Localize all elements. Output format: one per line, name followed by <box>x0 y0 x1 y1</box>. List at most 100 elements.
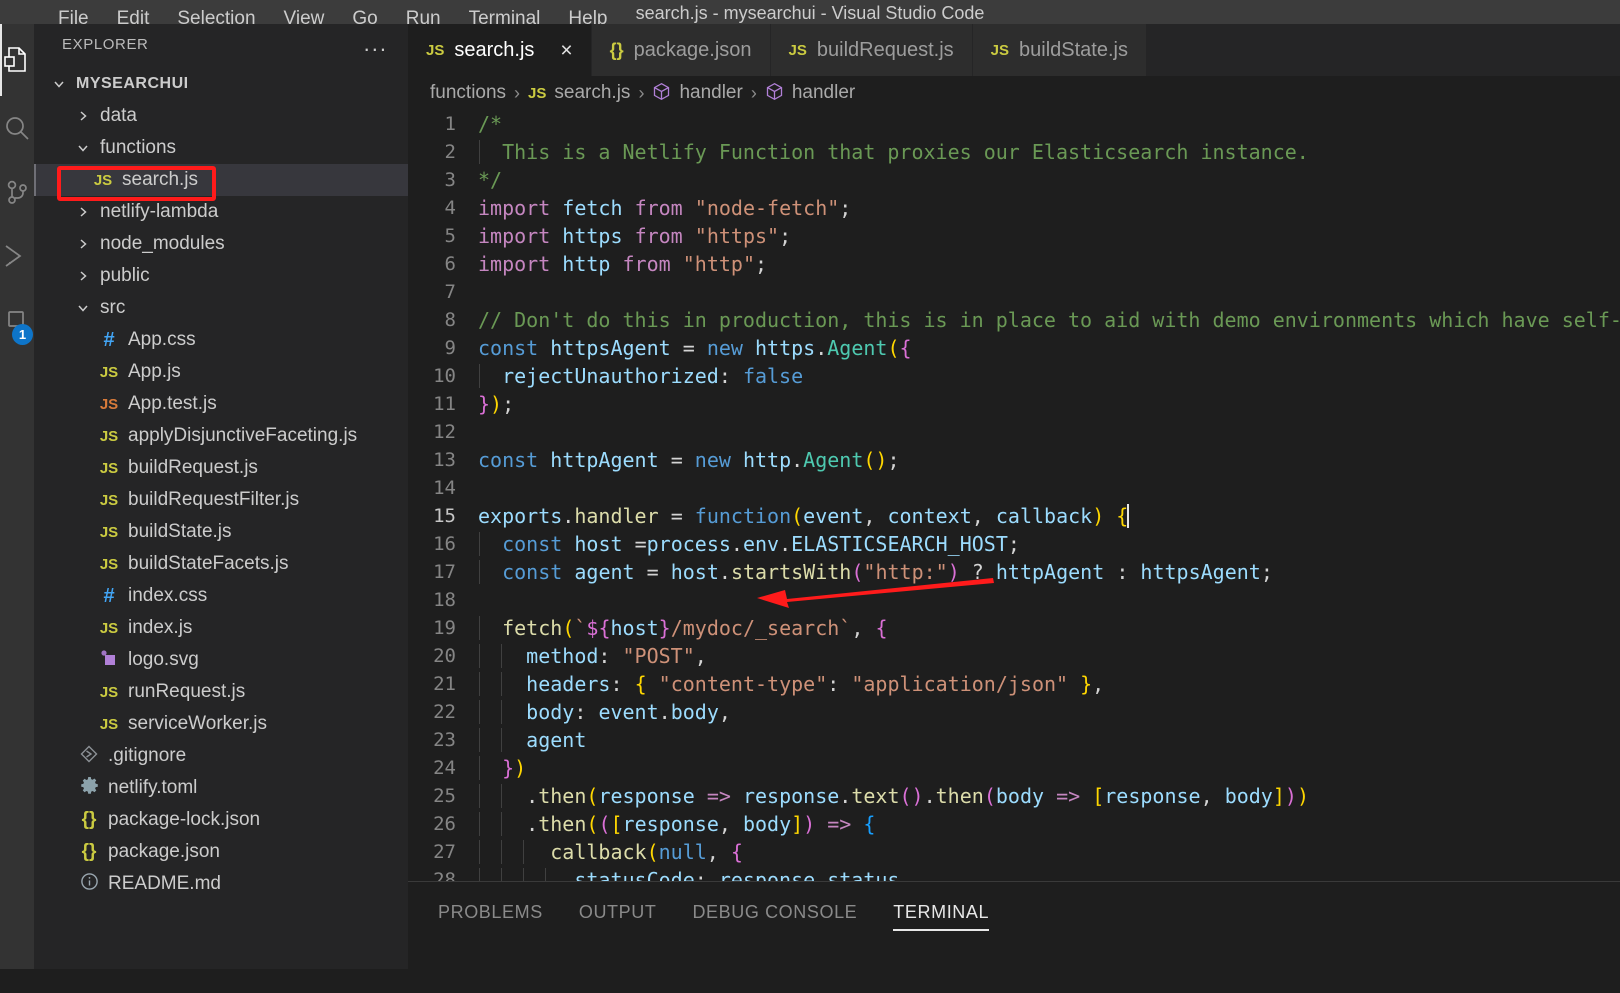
menu-go[interactable]: Go <box>338 9 391 24</box>
code-line-8: 8 // Don't do this in production, this i… <box>408 306 1620 334</box>
panel-tab-terminal[interactable]: TERMINAL <box>893 902 989 931</box>
tree-item-package-lock-json[interactable]: {} package-lock.json <box>34 804 408 836</box>
chevron-right-icon: › <box>638 82 645 103</box>
explorer-header: EXPLORER ... <box>34 24 408 64</box>
menu-view[interactable]: View <box>270 9 339 24</box>
menu-run[interactable]: Run <box>392 9 455 24</box>
tree-item-runrequest-js[interactable]: JS runRequest.js <box>34 676 408 708</box>
code-line-11: 11 }); <box>408 390 1620 418</box>
line-number: 19 <box>433 617 456 639</box>
chevron-right-icon <box>72 205 94 219</box>
line-content: // Don't do this in production, this is … <box>478 308 1620 332</box>
tree-item-serviceworker-js[interactable]: JS serviceWorker.js <box>34 708 408 740</box>
menu-run-label: Run <box>405 8 441 24</box>
css-file-icon: # <box>103 584 115 607</box>
more-actions-icon[interactable]: ... <box>364 33 388 55</box>
breadcrumb: functions › JS search.js › handler › han… <box>408 76 1620 110</box>
menu-edit[interactable]: Edit <box>103 9 164 24</box>
code-line-15: 15 exports.handler = function(event, con… <box>408 502 1620 530</box>
tree-item-applydisjunctivefaceting-js[interactable]: JS applyDisjunctiveFaceting.js <box>34 420 408 452</box>
panel-tab-debug-console[interactable]: DEBUG CONSOLE <box>692 902 857 931</box>
tree-item-readme-md[interactable]: README.md <box>34 868 408 900</box>
js-file-icon: JS <box>99 459 119 477</box>
tree-item-gitignore[interactable]: .gitignore <box>34 740 408 772</box>
code-line-3: 3 */ <box>408 166 1620 194</box>
chevron-down-icon <box>48 77 70 91</box>
json-file-icon: {} <box>81 809 97 830</box>
activity-item-source-control[interactable] <box>0 160 34 224</box>
line-number: 6 <box>444 253 456 275</box>
activity-item-explorer[interactable] <box>0 24 34 96</box>
editor-group: JS search.js × {} package.json JS buildR… <box>408 24 1620 969</box>
line-number: 22 <box>433 701 456 723</box>
js-file-icon: JS <box>99 491 119 509</box>
code-line-1: 1 /* <box>408 110 1620 138</box>
tree-item-logo-svg[interactable]: logo.svg <box>34 644 408 676</box>
tab-buildrequest-js[interactable]: JS buildRequest.js <box>770 24 973 76</box>
js-test-file-icon: JS <box>99 395 119 413</box>
tree-item-buildrequest-js[interactable]: JS buildRequest.js <box>34 452 408 484</box>
tree-item-data[interactable]: data <box>34 100 408 132</box>
activity-item-extensions[interactable]: 1 <box>0 288 34 352</box>
tree-item-label: buildState.js <box>128 521 232 542</box>
tree-item-package-json[interactable]: {} package.json <box>34 836 408 868</box>
breadcrumb-item-functions[interactable]: functions <box>430 82 506 104</box>
breadcrumb-item-handler-1[interactable]: handler <box>679 82 742 104</box>
tree-item-index-css[interactable]: # index.css <box>34 580 408 612</box>
line-content: const agent = host.startsWith("http:") ?… <box>478 560 1620 584</box>
tree-item-index-js[interactable]: JS index.js <box>34 612 408 644</box>
tree-item-label: App.test.js <box>128 393 217 414</box>
panel-tab-problems[interactable]: PROBLEMS <box>438 902 543 931</box>
line-content: */ <box>478 168 503 192</box>
code-line-20: 20 method: "POST", <box>408 642 1620 670</box>
breadcrumb-item-handler-2[interactable]: handler <box>792 82 855 104</box>
activity-item-search[interactable] <box>0 96 34 160</box>
tab-search-js[interactable]: JS search.js × <box>408 24 592 76</box>
menu-file[interactable]: File <box>44 9 103 24</box>
tree-item-buildstatefacets-js[interactable]: JS buildStateFacets.js <box>34 548 408 580</box>
tree-item-netlify-lambda[interactable]: netlify-lambda <box>34 196 408 228</box>
tree-item-public[interactable]: public <box>34 260 408 292</box>
tree-item-buildrequestfilter-js[interactable]: JS buildRequestFilter.js <box>34 484 408 516</box>
tree-item-app-css[interactable]: # App.css <box>34 324 408 356</box>
tree-item-app-test-js[interactable]: JS App.test.js <box>34 388 408 420</box>
line-content: method: "POST", <box>478 644 1620 668</box>
tab-package-json[interactable]: {} package.json <box>591 24 771 76</box>
tree-item-label: index.js <box>128 617 193 638</box>
tree-item-label: runRequest.js <box>128 681 246 702</box>
code-line-25: 25 .then(response => response.text().the… <box>408 782 1620 810</box>
tree-item-label: functions <box>100 137 177 158</box>
tree-root-mysearchui[interactable]: MYSEARCHUI <box>34 68 408 100</box>
tree-item-buildstate-js[interactable]: JS buildState.js <box>34 516 408 548</box>
tree-item-functions[interactable]: functions <box>34 132 408 164</box>
menubar[interactable]: File Edit Selection View Go Run Terminal… <box>44 5 622 24</box>
panel-tab-output[interactable]: OUTPUT <box>579 902 657 931</box>
git-file-icon <box>76 745 102 768</box>
sidebar-item-search-js[interactable]: JS search.js <box>34 164 408 196</box>
bottom-panel: PROBLEMS OUTPUT DEBUG CONSOLE TERMINAL <box>408 881 1620 969</box>
tree-item-label: netlify-lambda <box>100 201 219 222</box>
menu-help[interactable]: Help <box>554 9 621 24</box>
explorer-title: EXPLORER <box>62 35 149 53</box>
tree-item-src[interactable]: src <box>34 292 408 324</box>
menu-selection[interactable]: Selection <box>163 9 269 24</box>
line-content: body: event.body, <box>478 700 1620 724</box>
code-editor[interactable]: 1 /* 2 This is a Netlify Function that p… <box>408 110 1620 881</box>
tree-item-netlify-toml[interactable]: netlify.toml <box>34 772 408 804</box>
tree-item-app-js[interactable]: JS App.js <box>34 356 408 388</box>
tab-buildstate-js[interactable]: JS buildState.js <box>972 24 1147 76</box>
line-number: 16 <box>433 533 456 555</box>
line-number: 13 <box>433 449 456 471</box>
gear-icon <box>76 776 102 800</box>
panel-tab-bar: PROBLEMS OUTPUT DEBUG CONSOLE TERMINAL <box>408 882 1620 931</box>
close-icon[interactable]: × <box>560 40 572 61</box>
activity-item-run-and-debug[interactable] <box>0 224 34 288</box>
tree-root-label: MYSEARCHUI <box>76 75 189 92</box>
chevron-down-icon <box>72 301 94 315</box>
source-control-icon <box>4 179 30 205</box>
line-number: 10 <box>433 365 456 387</box>
tree-item-node-modules[interactable]: node_modules <box>34 228 408 260</box>
menu-terminal[interactable]: Terminal <box>455 9 555 24</box>
line-content: import fetch from "node-fetch"; <box>478 196 852 220</box>
breadcrumb-item-search-js[interactable]: search.js <box>554 82 630 104</box>
